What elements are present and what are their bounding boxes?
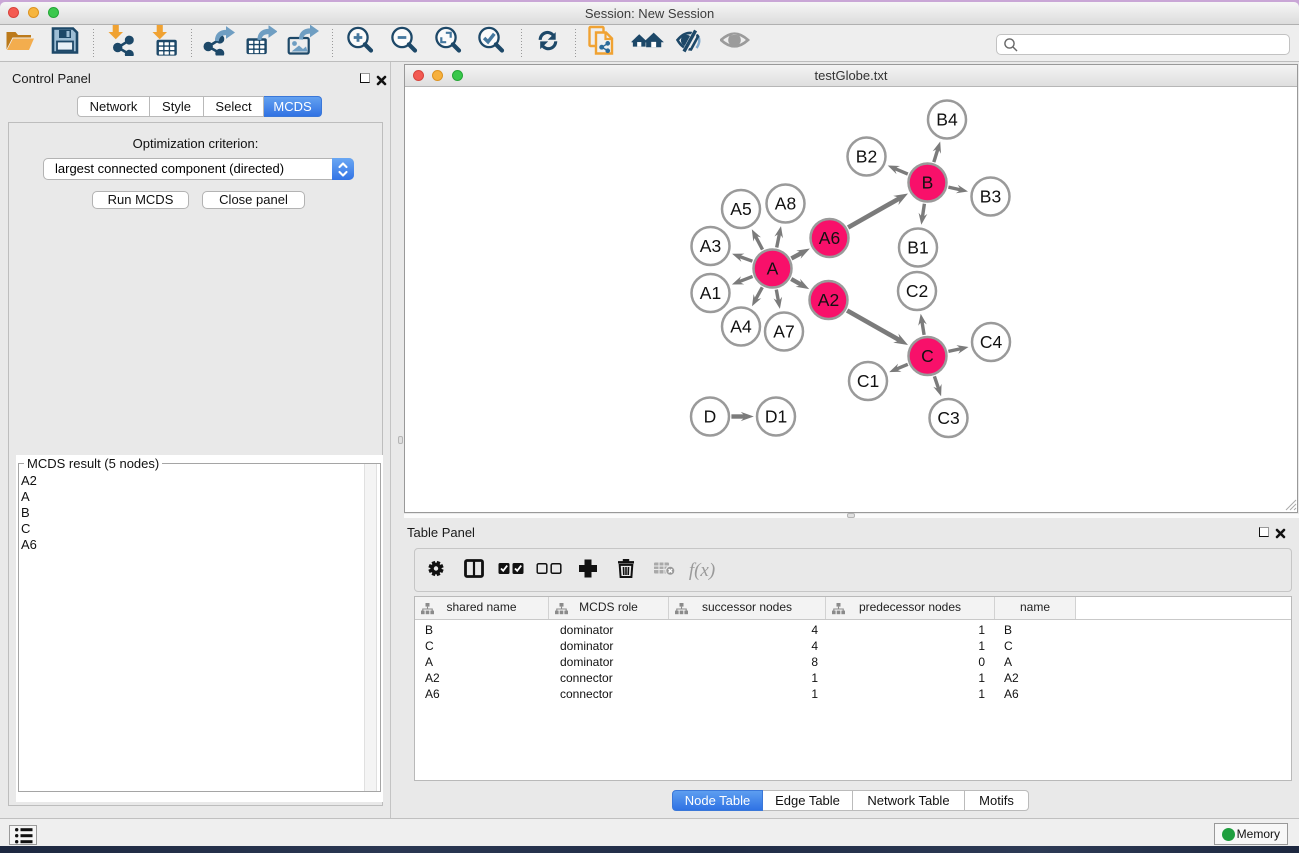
- svg-text:A8: A8: [775, 194, 796, 214]
- svg-text:A7: A7: [773, 322, 794, 342]
- svg-text:B4: B4: [936, 110, 958, 130]
- svg-text:D: D: [704, 407, 717, 427]
- svg-text:D1: D1: [765, 407, 787, 427]
- svg-text:C3: C3: [937, 408, 959, 428]
- svg-text:A5: A5: [730, 199, 751, 219]
- svg-text:A: A: [767, 259, 779, 279]
- svg-text:B1: B1: [907, 238, 928, 258]
- svg-text:A1: A1: [700, 283, 721, 303]
- svg-text:C2: C2: [906, 281, 928, 301]
- svg-text:A3: A3: [700, 236, 721, 256]
- svg-text:B: B: [922, 173, 934, 193]
- svg-text:A4: A4: [730, 317, 752, 337]
- svg-text:B2: B2: [856, 147, 877, 167]
- svg-text:C4: C4: [980, 332, 1003, 352]
- svg-text:C1: C1: [857, 371, 879, 391]
- svg-text:A2: A2: [818, 290, 839, 310]
- svg-text:A6: A6: [819, 228, 840, 248]
- svg-text:B3: B3: [980, 187, 1001, 207]
- svg-text:C: C: [921, 346, 934, 366]
